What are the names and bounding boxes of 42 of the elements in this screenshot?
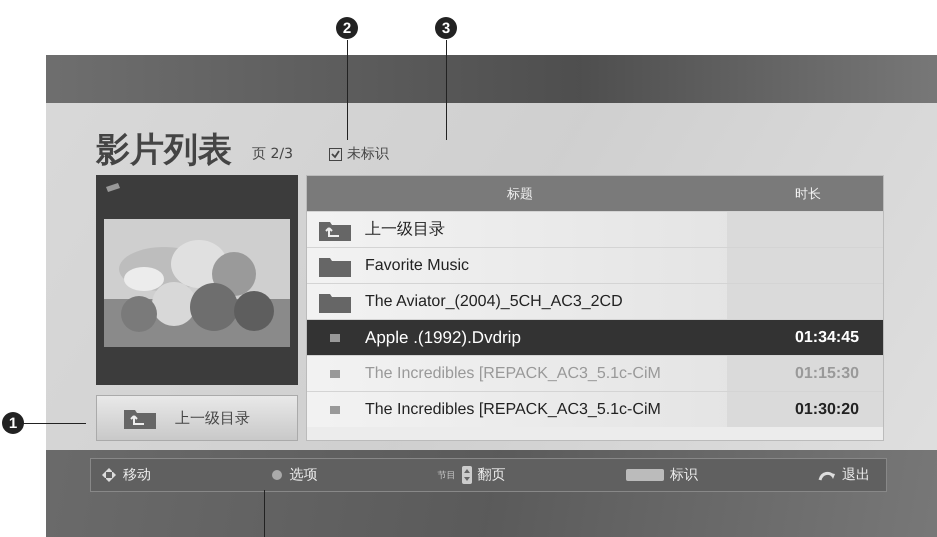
- item-title: 上一级目录: [365, 220, 446, 240]
- key-icon: [626, 469, 664, 481]
- up-down-key-icon: [462, 466, 472, 484]
- file-icon: [330, 334, 340, 342]
- parent-folder-icon: [123, 407, 157, 429]
- page-indicator: 页 2/3: [252, 145, 293, 164]
- hint-label: 翻页: [478, 466, 506, 484]
- list-row[interactable]: The Aviator_(2004)_5CH_AC3_2CD: [307, 283, 883, 319]
- callout-number: 1: [2, 412, 24, 434]
- column-header: 标题: [506, 186, 534, 202]
- back-arrow-icon: [818, 469, 836, 481]
- column-header: 时长: [794, 186, 822, 202]
- hint-label: 标识: [670, 466, 698, 484]
- callout-number: 2: [336, 17, 358, 39]
- file-icon: [330, 370, 340, 378]
- item-title: The Incredibles [REPACK_AC3_5.1c-CiM: [365, 364, 662, 382]
- list-row[interactable]: Favorite Music: [307, 247, 883, 283]
- callout-number: 3: [435, 17, 457, 39]
- item-duration: 01:34:45: [794, 328, 860, 346]
- item-title: The Aviator_(2004)_5CH_AC3_2CD: [365, 292, 624, 310]
- leader-line: [264, 490, 265, 537]
- item-title: Favorite Music: [365, 256, 470, 274]
- list-row[interactable]: Apple .(1992).Dvdrip 01:34:45: [307, 319, 883, 355]
- round-key-icon: [271, 469, 284, 481]
- filter-label: 未标识: [346, 145, 389, 163]
- key-label: 节目: [438, 470, 456, 482]
- item-title: The Incredibles [REPACK_AC3_5.1c-CiM: [365, 400, 662, 418]
- file-icon: [330, 406, 340, 414]
- hint-label: 移动: [123, 466, 151, 484]
- item-duration: 01:30:20: [794, 400, 860, 418]
- direction-pad-icon: [101, 467, 117, 483]
- item-title: Apple .(1992).Dvdrip: [365, 328, 522, 348]
- list-row[interactable]: 上一级目录: [307, 211, 883, 247]
- list-row[interactable]: The Incredibles [REPACK_AC3_5.1c-CiM 01:30:20: [307, 391, 883, 427]
- screen-title: 影片列表: [96, 133, 232, 167]
- hint-label: 退出: [842, 466, 870, 484]
- hint-label: 选项: [289, 466, 318, 484]
- parent-folder-button[interactable]: 上一级目录: [96, 395, 298, 441]
- film-icon: [106, 183, 122, 193]
- checkbox[interactable]: [328, 148, 342, 160]
- leader-line: [22, 423, 86, 424]
- item-duration: 01:15:30: [794, 364, 860, 382]
